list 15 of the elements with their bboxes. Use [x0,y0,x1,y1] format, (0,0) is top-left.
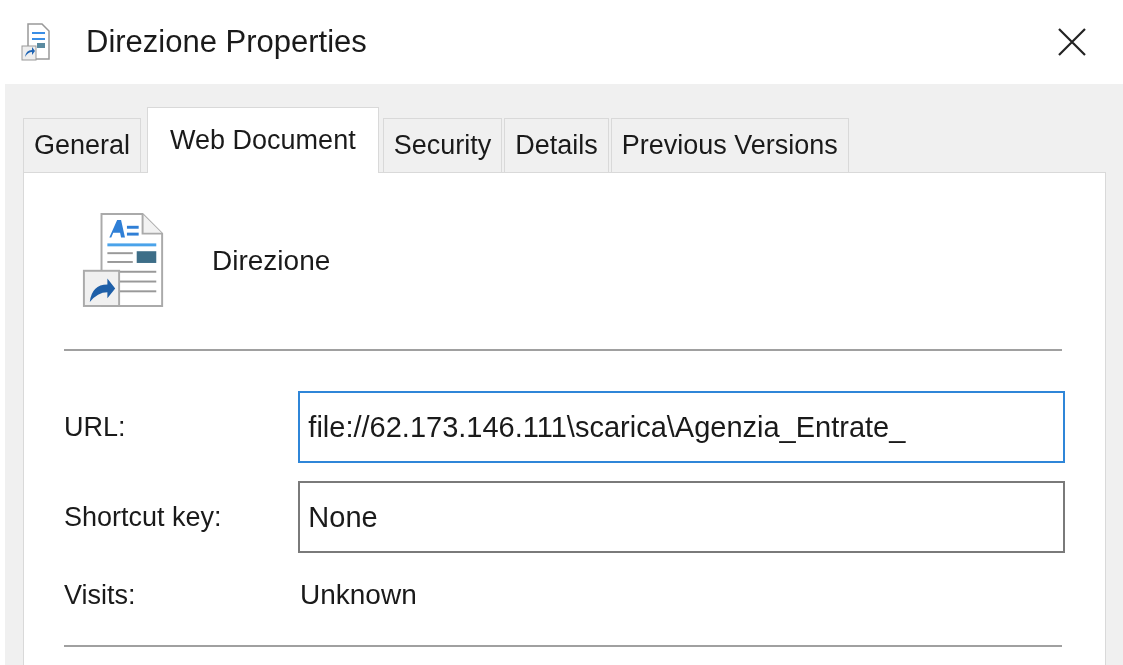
text-field[interactable]: file://62.173.146.111\scarica\Agenzia_Entrate_ [298,391,1065,463]
text-field[interactable]: None [298,481,1065,553]
tab[interactable]: Web Document [147,107,379,173]
field-label: Shortcut key: [64,501,223,533]
web-document-icon [20,22,52,62]
tab[interactable]: General [23,118,142,172]
file-name: Direzione [212,245,331,277]
field-label: Visits: [64,579,137,611]
visits-value: Unknown [300,579,417,611]
tab[interactable]: Previous Versions [610,118,849,172]
window-title: Direzione Properties [86,24,367,60]
tab[interactable]: Security [382,118,503,172]
tab[interactable]: Details [504,118,609,172]
close-icon[interactable] [1057,27,1087,57]
field-label: URL: [64,411,127,443]
